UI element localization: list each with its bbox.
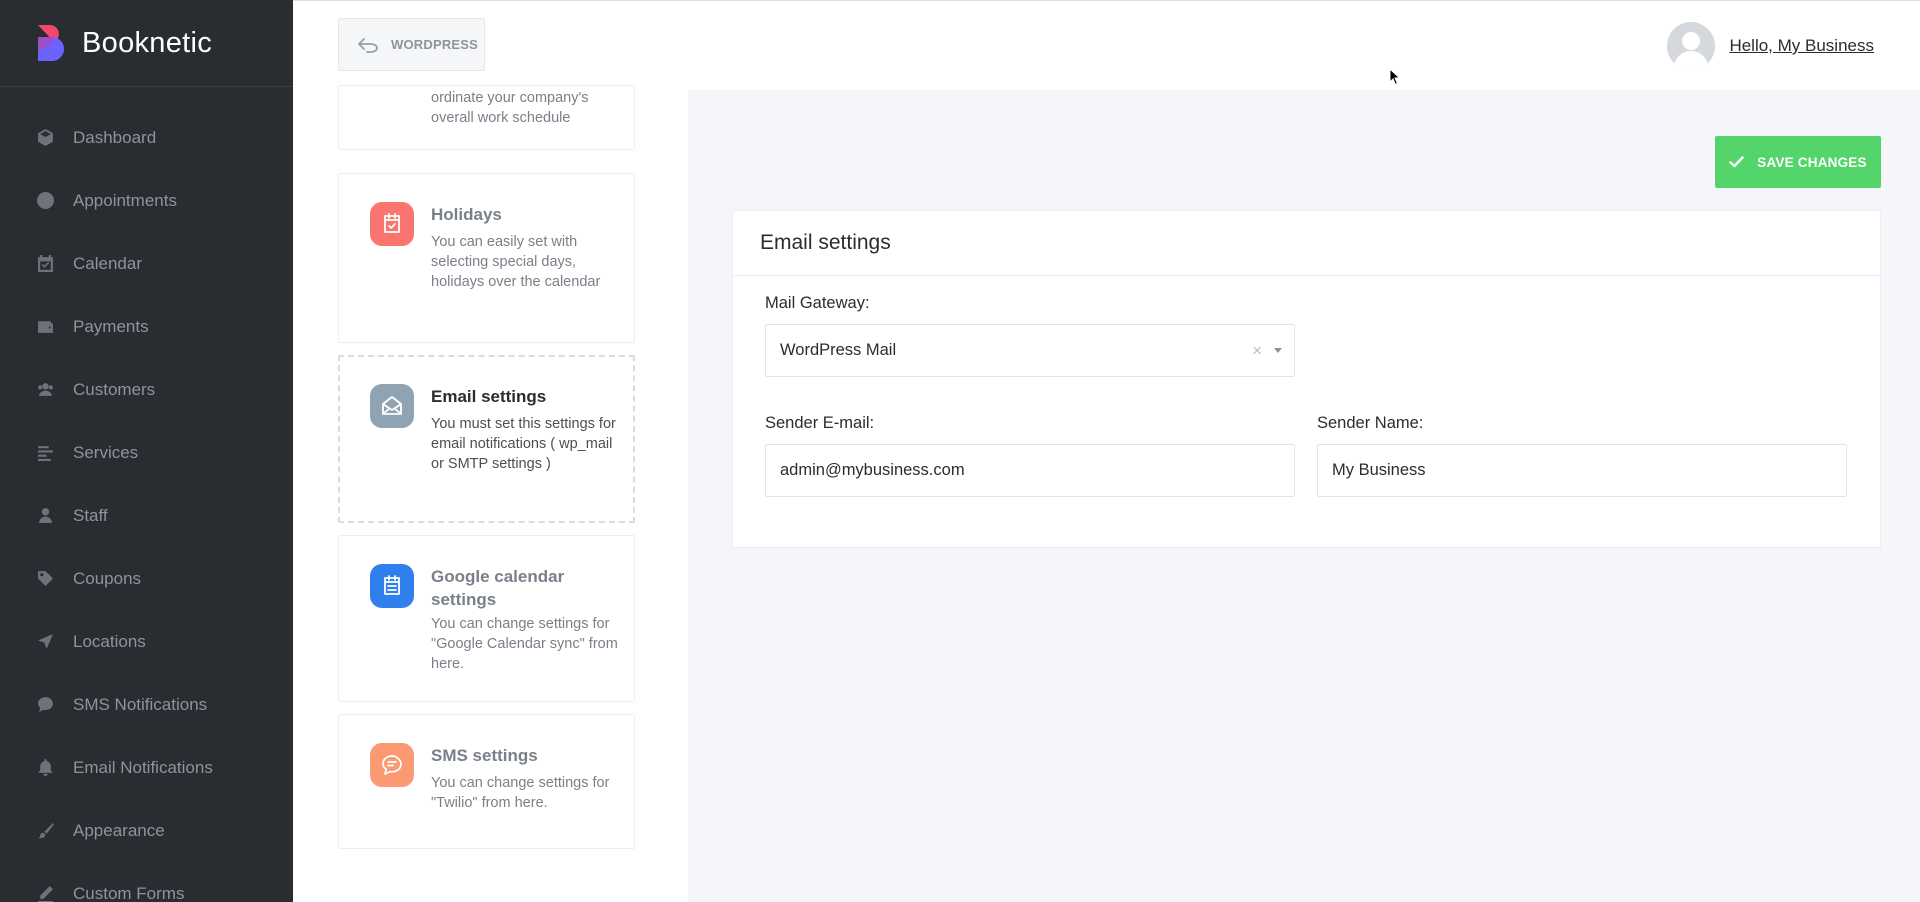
sidebar-nav: Dashboard Appointments Calendar Payments… bbox=[0, 87, 293, 902]
sidebar-item-coupons[interactable]: Coupons bbox=[0, 547, 293, 610]
sidebar-item-label: Email Notifications bbox=[73, 757, 213, 777]
settings-card-title: Holidays bbox=[431, 205, 502, 224]
user-icon bbox=[36, 507, 54, 525]
list-icon bbox=[36, 444, 54, 462]
sidebar-item-label: Appearance bbox=[73, 820, 165, 840]
tag-icon bbox=[36, 570, 54, 588]
comment-icon bbox=[36, 696, 54, 714]
location-arrow-icon bbox=[36, 633, 54, 651]
sidebar-item-label: Custom Forms bbox=[73, 883, 185, 902]
users-icon bbox=[36, 381, 54, 399]
calendar-check-icon bbox=[36, 255, 54, 273]
settings-card-work-hours[interactable]: ordinate your company's overall work sch… bbox=[338, 85, 635, 150]
settings-card-desc: You must set this settings for email not… bbox=[431, 416, 616, 472]
mail-gateway-value: WordPress Mail bbox=[780, 341, 897, 359]
select-controls: × bbox=[1252, 325, 1282, 376]
email-settings-panel: Email settings Mail Gateway: WordPress M… bbox=[732, 210, 1881, 548]
envelope-open-icon bbox=[370, 384, 414, 428]
brush-icon bbox=[36, 822, 54, 840]
sidebar-item-dashboard[interactable]: Dashboard bbox=[0, 106, 293, 169]
brand-name: Booknetic bbox=[82, 26, 213, 59]
avatar-person-icon bbox=[1667, 22, 1716, 70]
sidebar-item-label: Coupons bbox=[73, 568, 142, 588]
wordpress-back-button[interactable]: WORDPRESS bbox=[338, 18, 485, 71]
user-greeting-link[interactable]: Hello, My Business bbox=[1729, 36, 1874, 56]
sidebar-item-label: Locations bbox=[73, 631, 146, 651]
mail-gateway-label: Mail Gateway: bbox=[765, 294, 870, 312]
clear-selection-icon[interactable]: × bbox=[1252, 342, 1262, 359]
user-menu[interactable]: Hello, My Business bbox=[1667, 22, 1874, 70]
sidebar-item-label: Customers bbox=[73, 379, 156, 399]
sidebar-item-customers[interactable]: Customers bbox=[0, 358, 293, 421]
clock-icon bbox=[36, 192, 54, 210]
back-arrow-icon bbox=[358, 37, 378, 53]
sidebar-item-email-notifications[interactable]: Email Notifications bbox=[0, 736, 293, 799]
sidebar-item-services[interactable]: Services bbox=[0, 421, 293, 484]
check-icon bbox=[1729, 156, 1744, 168]
settings-card-title: Email settings bbox=[431, 387, 547, 406]
sidebar-item-label: Payments bbox=[73, 316, 149, 336]
settings-list: ordinate your company's overall work sch… bbox=[293, 85, 688, 902]
sidebar-item-custom-forms[interactable]: Custom Forms bbox=[0, 862, 293, 902]
bell-icon bbox=[36, 759, 54, 777]
wordpress-label: WORDPRESS bbox=[391, 37, 479, 52]
sidebar-item-label: SMS Notifications bbox=[73, 694, 208, 714]
sender-name-field[interactable] bbox=[1317, 444, 1847, 497]
booknetic-logo-icon bbox=[38, 25, 64, 61]
sidebar-item-appearance[interactable]: Appearance bbox=[0, 799, 293, 862]
settings-card-desc: ordinate your company's overall work sch… bbox=[431, 90, 589, 126]
settings-card-sms-settings[interactable]: SMS settings You can change settings for… bbox=[338, 714, 635, 849]
mail-gateway-select[interactable]: WordPress Mail × bbox=[765, 324, 1295, 377]
settings-card-google-calendar[interactable]: Google calendar settings You can change … bbox=[338, 535, 635, 702]
sender-name-label: Sender Name: bbox=[1317, 414, 1424, 432]
sidebar-item-appointments[interactable]: Appointments bbox=[0, 169, 293, 232]
sidebar-item-label: Appointments bbox=[73, 190, 177, 210]
top-header: WORDPRESS Hello, My Business bbox=[293, 0, 1920, 90]
sidebar-item-locations[interactable]: Locations bbox=[0, 610, 293, 673]
sender-email-label: Sender E-mail: bbox=[765, 414, 875, 432]
settings-card-title: SMS settings bbox=[431, 746, 538, 765]
sidebar-item-payments[interactable]: Payments bbox=[0, 295, 293, 358]
calendar-list-icon bbox=[370, 564, 414, 608]
settings-card-desc: You can easily set with selecting specia… bbox=[431, 234, 601, 290]
sidebar: Booknetic Dashboard Appointments Calenda… bbox=[0, 0, 293, 902]
settings-card-desc: You can change settings for "Twilio" fro… bbox=[431, 775, 610, 811]
save-changes-button[interactable]: SAVE CHANGES bbox=[1715, 136, 1881, 188]
settings-card-title: Google calendar settings bbox=[431, 567, 565, 609]
sidebar-item-calendar[interactable]: Calendar bbox=[0, 232, 293, 295]
sidebar-item-label: Dashboard bbox=[73, 127, 157, 147]
calendar-check-icon bbox=[370, 202, 414, 246]
sender-email-field[interactable] bbox=[765, 444, 1295, 497]
save-changes-label: SAVE CHANGES bbox=[1757, 154, 1867, 170]
sidebar-item-label: Calendar bbox=[73, 253, 142, 273]
avatar[interactable] bbox=[1667, 22, 1716, 70]
sidebar-item-staff[interactable]: Staff bbox=[0, 484, 293, 547]
sidebar-item-label: Services bbox=[73, 442, 139, 462]
chat-bubble-icon bbox=[370, 743, 414, 787]
cube-icon bbox=[36, 129, 54, 147]
panel-title: Email settings bbox=[733, 211, 1880, 276]
sidebar-item-label: Staff bbox=[73, 505, 108, 525]
mouse-cursor-icon bbox=[1389, 68, 1401, 86]
chevron-down-icon[interactable] bbox=[1274, 348, 1282, 353]
settings-card-desc: You can change settings for "Google Cale… bbox=[431, 616, 618, 672]
brand[interactable]: Booknetic bbox=[0, 0, 293, 87]
pen-icon bbox=[36, 885, 54, 902]
settings-card-email-settings[interactable]: Email settings You must set this setting… bbox=[338, 355, 635, 523]
settings-card-holidays[interactable]: Holidays You can easily set with selecti… bbox=[338, 173, 635, 343]
wallet-icon bbox=[36, 318, 54, 336]
sidebar-item-sms-notifications[interactable]: SMS Notifications bbox=[0, 673, 293, 736]
